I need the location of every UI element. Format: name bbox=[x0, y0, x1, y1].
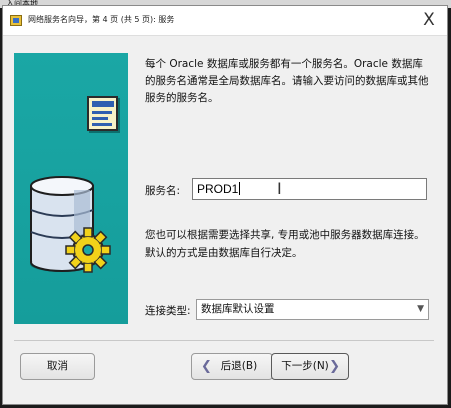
window-title: 网络服务名向导，第 4 页 (共 5 页): 服务 bbox=[28, 15, 175, 24]
next-button[interactable]: 下一步(N) ❯ bbox=[271, 353, 349, 380]
chevron-left-icon: ❮ bbox=[201, 359, 212, 374]
title-bar: 网络服务名向导，第 4 页 (共 5 页): 服务 X bbox=[3, 6, 447, 36]
close-icon[interactable]: X bbox=[417, 8, 441, 32]
connection-description: 您也可以根据需要选择共享, 专用或池中服务器数据库连接。默认的方式是由数据库自行… bbox=[145, 229, 425, 259]
back-button-label: 后退(B) bbox=[220, 360, 258, 372]
wizard-side-panel bbox=[14, 53, 128, 324]
connection-type-value: 数据库默认设置 bbox=[201, 303, 275, 315]
connection-type-label: 连接类型: bbox=[145, 305, 191, 317]
chevron-right-icon: ❯ bbox=[329, 359, 340, 374]
service-name-input[interactable]: PROD1 bbox=[192, 178, 427, 200]
database-gear-icon bbox=[30, 176, 111, 273]
service-description: 每个 Oracle 数据库或服务都有一个服务名。Oracle 数据库的服务名通常… bbox=[145, 58, 429, 104]
connection-type-select[interactable]: 数据库默认设置 ▼ bbox=[196, 299, 429, 320]
document-card-icon bbox=[87, 96, 118, 131]
back-button[interactable]: ❮ 后退(B) bbox=[191, 353, 273, 380]
service-name-value: PROD1 bbox=[197, 182, 239, 196]
service-name-label: 服务名: bbox=[145, 185, 181, 197]
cancel-button-label: 取消 bbox=[47, 360, 68, 372]
text-caret bbox=[239, 182, 241, 195]
cancel-button[interactable]: 取消 bbox=[20, 353, 95, 380]
footer-separator bbox=[14, 340, 434, 341]
text-cursor-ibeam-icon: I bbox=[277, 179, 282, 198]
chevron-down-icon: ▼ bbox=[417, 304, 424, 314]
next-button-label: 下一步(N) bbox=[281, 360, 329, 372]
app-icon bbox=[10, 15, 22, 26]
